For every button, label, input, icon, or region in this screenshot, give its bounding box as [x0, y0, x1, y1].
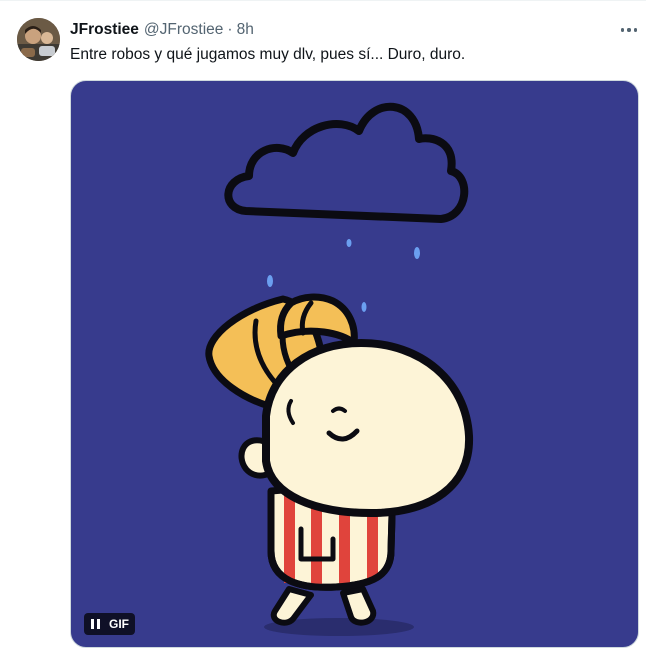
timestamp[interactable]: 8h	[237, 21, 254, 39]
raindrop	[414, 247, 420, 259]
tweet-text: Entre robos y qué jugamos muy dlv, pues …	[70, 46, 466, 63]
divider	[0, 0, 646, 1]
avatar-image	[17, 18, 60, 61]
gif-media[interactable]: GIF	[70, 80, 639, 648]
user-handle[interactable]: @JFrostiee	[144, 21, 223, 39]
tweet-header: JFrostiee @JFrostiee · 8h	[70, 20, 254, 40]
gif-controls: GIF	[84, 613, 135, 635]
raindrop	[267, 275, 273, 287]
pause-icon[interactable]	[84, 613, 106, 635]
raindrop	[346, 239, 352, 247]
avatar[interactable]	[17, 18, 60, 61]
more-options-icon[interactable]	[617, 22, 641, 38]
display-name[interactable]: JFrostiee	[70, 21, 139, 39]
separator-dot: ·	[227, 21, 233, 38]
gif-badge: GIF	[109, 617, 129, 631]
raindrop	[361, 302, 367, 312]
gif-illustration	[205, 102, 474, 636]
